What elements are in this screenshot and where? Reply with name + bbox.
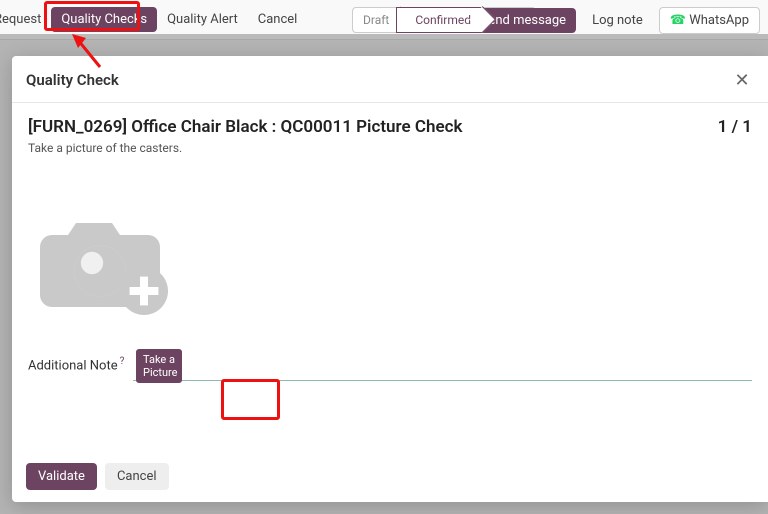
- toolbar-right: Send message Log note ☎ WhatsApp: [471, 7, 760, 34]
- help-icon[interactable]: ?: [120, 356, 125, 367]
- camera-plus-icon: [28, 203, 188, 323]
- modal-body-header: [FURN_0269] Office Chair Black : QC00011…: [28, 117, 752, 155]
- take-picture-button[interactable]: Take a Picture: [136, 349, 182, 383]
- cancel-button[interactable]: Cancel: [105, 463, 169, 490]
- request-button[interactable]: Request: [0, 7, 51, 32]
- cancel-toolbar-button[interactable]: Cancel: [248, 7, 308, 32]
- whatsapp-button[interactable]: ☎ WhatsApp: [659, 7, 760, 34]
- toolbar-left: Request Quality Checks Quality Alert Can…: [0, 7, 307, 32]
- quality-checks-button[interactable]: Quality Checks: [51, 7, 157, 32]
- additional-note-input[interactable]: Take a Picture: [133, 349, 752, 381]
- modal-body: [FURN_0269] Office Chair Black : QC00011…: [12, 103, 768, 451]
- quality-alert-button[interactable]: Quality Alert: [157, 7, 248, 32]
- log-note-button[interactable]: Log note: [582, 8, 653, 33]
- modal-header: Quality Check ✕: [12, 56, 768, 103]
- whatsapp-label: WhatsApp: [689, 13, 749, 28]
- item-heading: [FURN_0269] Office Chair Black : QC00011…: [28, 117, 462, 155]
- status-draft[interactable]: Draft: [352, 7, 402, 33]
- page-counter: 1 / 1: [718, 117, 752, 137]
- quality-check-modal: Quality Check ✕ [FURN_0269] Office Chair…: [12, 56, 768, 502]
- modal-title: Quality Check: [26, 71, 119, 89]
- modal-close-button[interactable]: ✕: [732, 70, 752, 90]
- status-confirmed[interactable]: Confirmed: [396, 7, 484, 33]
- additional-note-label: Additional Note?: [28, 356, 133, 373]
- modal-footer: Validate Cancel: [12, 451, 768, 502]
- whatsapp-icon: ☎: [670, 13, 686, 28]
- additional-note-text: Additional Note: [28, 359, 118, 374]
- item-instruction: Take a picture of the casters.: [28, 141, 462, 155]
- close-icon: ✕: [734, 70, 749, 91]
- camera-placeholder[interactable]: [28, 203, 752, 327]
- item-title: [FURN_0269] Office Chair Black : QC00011…: [28, 117, 462, 137]
- additional-note-row: Additional Note? Take a Picture: [28, 349, 752, 381]
- validate-button[interactable]: Validate: [26, 463, 97, 490]
